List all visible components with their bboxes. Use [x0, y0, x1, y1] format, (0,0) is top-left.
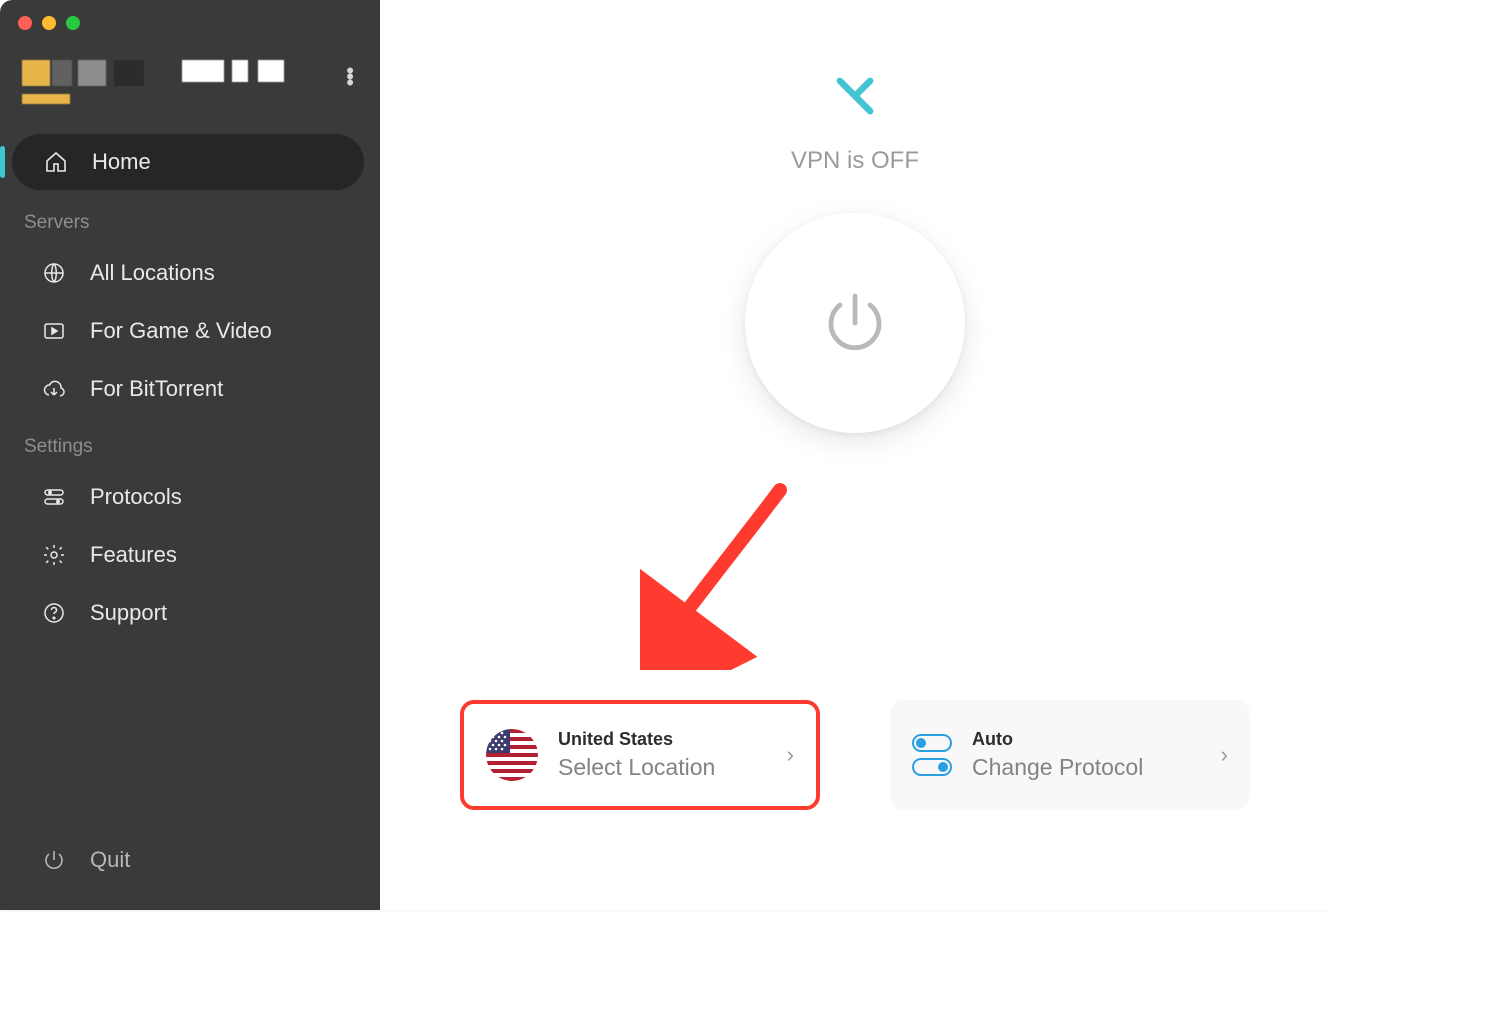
- sidebar-item-label: Protocols: [90, 484, 182, 510]
- sidebar-item-label: For BitTorrent: [90, 376, 223, 402]
- sidebar-item-all-locations[interactable]: All Locations: [0, 245, 380, 301]
- window-zoom-button[interactable]: [66, 16, 80, 30]
- annotation-arrow: [640, 480, 800, 670]
- sidebar-item-label: Quit: [90, 847, 130, 873]
- sidebar-item-protocols[interactable]: Protocols: [0, 469, 380, 525]
- sidebar-item-game-video[interactable]: For Game & Video: [0, 303, 380, 359]
- account-header: •••: [0, 30, 380, 130]
- sidebar-item-label: For Game & Video: [90, 318, 272, 344]
- chevron-right-icon: ›: [1221, 742, 1228, 768]
- sidebar-item-label: Features: [90, 542, 177, 568]
- app-window: ••• Home Servers All Locations: [0, 0, 1330, 910]
- protocol-mode: Auto: [972, 729, 1201, 750]
- home-icon: [42, 148, 70, 176]
- account-menu-button[interactable]: •••: [346, 68, 358, 86]
- location-action: Select Location: [558, 754, 767, 781]
- change-protocol-card[interactable]: Auto Change Protocol ›: [890, 700, 1250, 810]
- globe-icon: [40, 259, 68, 287]
- sidebar: ••• Home Servers All Locations: [0, 0, 380, 910]
- sidebar-item-quit[interactable]: Quit: [0, 832, 380, 888]
- download-cloud-icon: [40, 375, 68, 403]
- chevron-right-icon: ›: [787, 742, 794, 768]
- protocol-action: Change Protocol: [972, 754, 1201, 781]
- power-icon: [40, 846, 68, 874]
- bottom-cards-row: United States Select Location › Auto Cha…: [380, 700, 1330, 810]
- account-info-redacted: [22, 52, 312, 102]
- protocol-toggle-icon: [912, 734, 952, 776]
- sidebar-item-label: Support: [90, 600, 167, 626]
- protocols-icon: [40, 483, 68, 511]
- app-logo-icon: [829, 70, 881, 127]
- sidebar-item-support[interactable]: Support: [0, 585, 380, 641]
- connect-button[interactable]: [745, 213, 965, 433]
- sidebar-item-features[interactable]: Features: [0, 527, 380, 583]
- sidebar-item-label: All Locations: [90, 260, 215, 286]
- location-country: United States: [558, 729, 767, 750]
- window-close-button[interactable]: [18, 16, 32, 30]
- select-location-card[interactable]: United States Select Location ›: [460, 700, 820, 810]
- help-icon: [40, 599, 68, 627]
- sidebar-item-bittorrent[interactable]: For BitTorrent: [0, 361, 380, 417]
- sidebar-item-home[interactable]: Home: [12, 134, 364, 190]
- window-minimize-button[interactable]: [42, 16, 56, 30]
- vpn-status-text: VPN is OFF: [791, 147, 919, 175]
- video-icon: [40, 317, 68, 345]
- flag-us-icon: [486, 729, 538, 781]
- gear-icon: [40, 541, 68, 569]
- window-controls: [0, 10, 380, 30]
- section-servers-label: Servers: [0, 194, 380, 244]
- main-panel: VPN is OFF: [380, 0, 1330, 910]
- section-settings-label: Settings: [0, 418, 380, 468]
- sidebar-item-label: Home: [92, 149, 151, 175]
